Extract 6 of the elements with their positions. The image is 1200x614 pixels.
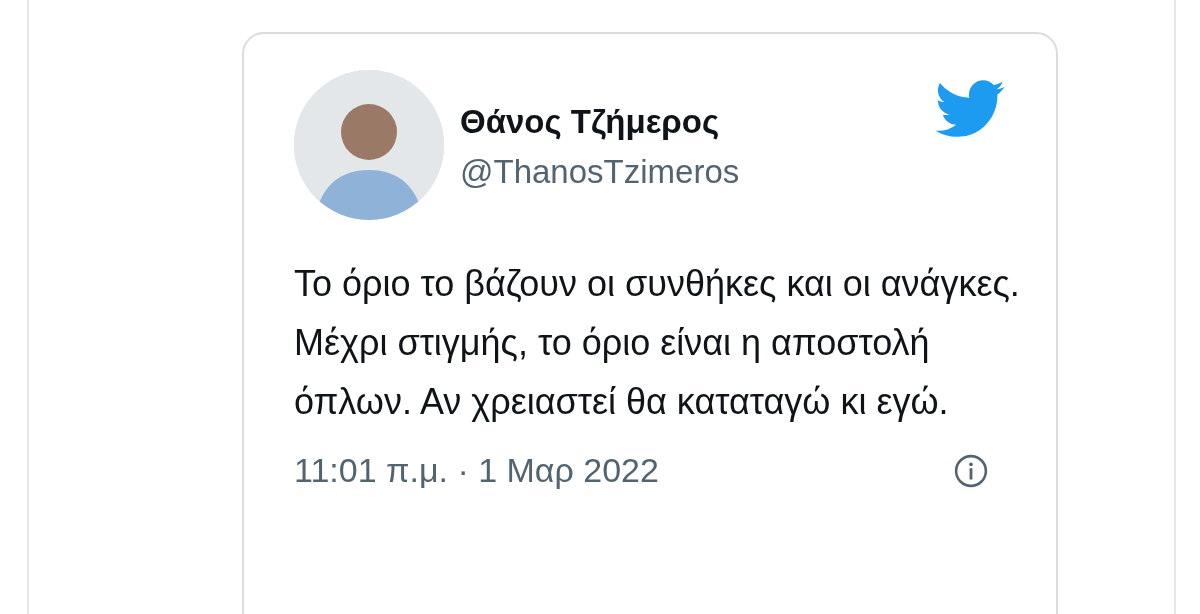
info-icon[interactable]	[954, 453, 988, 488]
author-name: Θάνος Τζήμερος	[460, 103, 721, 141]
bird-icon	[936, 80, 1006, 138]
tweet-timestamp[interactable]: 11:01 π.μ. · 1 Μαρ 2022	[294, 451, 659, 490]
author-handle: @ThanosTzimeros	[460, 153, 741, 191]
tweet-text: Το όριο το βάζουν οι συνθήκες και οι ανάγκες. Μέχρι στιγμής, το όριο είναι η αποστολή όπλων. Αν χρειαστεί θα καταταγώ κι εγώ.	[294, 262, 1021, 424]
